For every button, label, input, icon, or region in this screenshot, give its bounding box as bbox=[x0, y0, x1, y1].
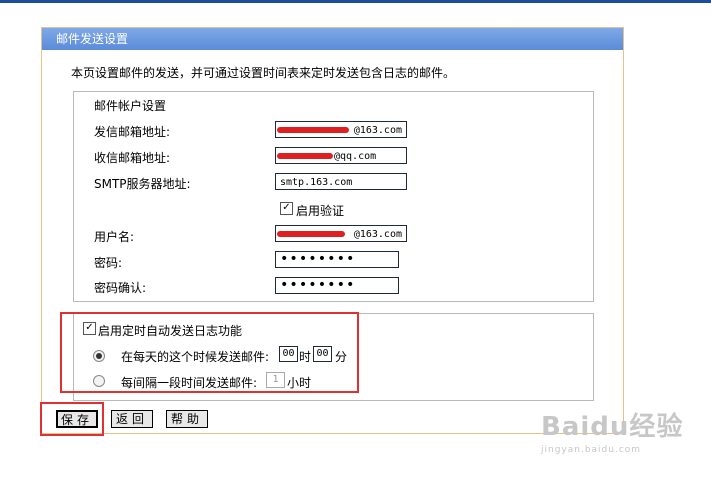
help-button[interactable]: 帮助 bbox=[166, 410, 208, 428]
baidu-watermark: Baidu经验 jingyan.baidu.com bbox=[541, 406, 683, 455]
watermark-logo: Baidu经验 bbox=[541, 412, 684, 442]
page-description: 本页设置邮件的发送，并可通过设置时间表来定时发送包含日志的邮件。 bbox=[71, 66, 456, 80]
enable-auth-checkbox[interactable]: ✓ bbox=[280, 202, 293, 215]
enable-auth-label: 启用验证 bbox=[296, 204, 345, 218]
password-label: 密码: bbox=[94, 256, 123, 270]
redaction-mark bbox=[277, 153, 333, 159]
password-confirm-label: 密码确认: bbox=[94, 281, 147, 295]
username-label: 用户名: bbox=[94, 230, 135, 244]
smtp-label: SMTP服务器地址: bbox=[94, 177, 191, 191]
panel-title: 邮件发送设置 bbox=[42, 28, 623, 50]
account-section-title: 邮件帐户设置 bbox=[94, 99, 167, 113]
redaction-mark bbox=[277, 231, 345, 237]
redaction-mark bbox=[277, 127, 349, 133]
back-button[interactable]: 返回 bbox=[111, 410, 153, 428]
account-settings-group: 邮件帐户设置 发信邮箱地址: @163.com 收信邮箱地址: @qq.com … bbox=[73, 91, 594, 302]
watermark-url: jingyan.baidu.com bbox=[541, 445, 642, 455]
sender-label: 发信邮箱地址: bbox=[94, 125, 171, 139]
schedule-highlight-box bbox=[60, 312, 359, 393]
password-confirm-input[interactable]: •••••••• bbox=[275, 277, 399, 294]
save-button[interactable]: 保存 bbox=[56, 410, 98, 428]
password-input[interactable]: •••••••• bbox=[275, 251, 399, 268]
top-border bbox=[0, 0, 711, 3]
receiver-label: 收信邮箱地址: bbox=[94, 151, 171, 165]
smtp-server-input[interactable]: smtp.163.com bbox=[275, 173, 407, 190]
